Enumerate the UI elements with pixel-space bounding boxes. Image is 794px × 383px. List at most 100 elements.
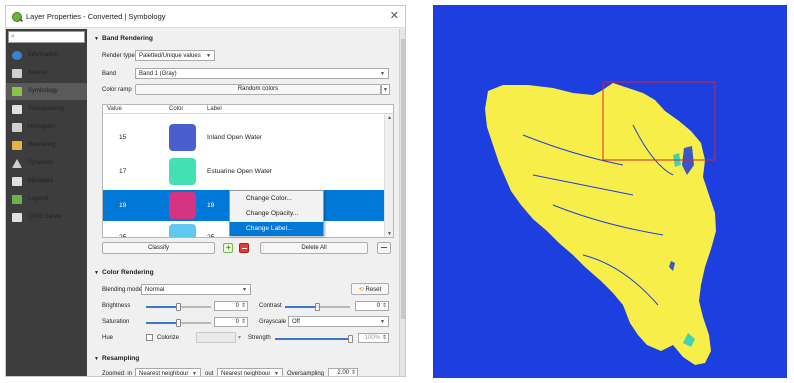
- colorize-label: Colorize: [157, 335, 180, 341]
- band-value: Band 1 (Gray): [139, 71, 177, 77]
- collapse-triangle-icon: ▼: [94, 356, 99, 362]
- reset-label: Reset: [365, 287, 382, 293]
- info-icon: [12, 51, 22, 60]
- sidebar-item-pyramids[interactable]: Pyramids: [6, 155, 87, 172]
- sidebar-item-metadata[interactable]: Metadata: [6, 173, 87, 190]
- sidebar-item-label: Histogram: [28, 124, 56, 130]
- zoomed-out-value: Nearest neighbour: [221, 371, 271, 377]
- brightness-slider[interactable]: [146, 303, 211, 311]
- close-icon[interactable]: ✕: [390, 9, 399, 22]
- scrollbar-thumb[interactable]: [401, 39, 405, 319]
- table-header: Value Color Label: [103, 105, 393, 114]
- grayscale-select[interactable]: Off ▼: [288, 316, 389, 327]
- menu-item-change-color[interactable]: Change Color...: [230, 192, 323, 206]
- brightness-label: Brightness: [102, 303, 131, 309]
- layer-properties-dialog: Layer Properties - Converted | Symbology…: [5, 5, 406, 377]
- color-swatch[interactable]: [169, 124, 196, 151]
- sidebar-item-transparency[interactable]: Transparency: [6, 101, 87, 118]
- zoomed-out-select[interactable]: Nearest neighbour ▼: [217, 368, 283, 377]
- oversampling-spinbox[interactable]: 2.00: [328, 368, 358, 376]
- saturation-label: Saturation: [102, 319, 130, 325]
- blending-mode-select[interactable]: Normal ▼: [141, 284, 251, 295]
- render-type-select[interactable]: Paletted/Unique values ▼: [135, 50, 215, 61]
- sidebar-item-legend[interactable]: Legend: [6, 191, 87, 208]
- row-value: 25: [119, 234, 127, 238]
- row-value: 17: [119, 168, 127, 175]
- classify-button[interactable]: Classify: [102, 242, 215, 254]
- options-icon: [381, 247, 387, 248]
- pyramid-icon: [12, 159, 22, 168]
- slider-handle[interactable]: [348, 335, 353, 343]
- table-scrollbar[interactable]: ▲ ▼: [384, 114, 393, 237]
- sidebar-item-rendering[interactable]: Rendering: [6, 137, 87, 154]
- sidebar-item-symbology[interactable]: Symbology: [6, 83, 87, 100]
- sidebar-item-source[interactable]: Source: [6, 65, 87, 82]
- table-row[interactable]: 15 Inland Open Water: [103, 122, 384, 153]
- remove-value-button[interactable]: [239, 243, 249, 253]
- zoomed-in-select[interactable]: Nearest neighbour ▼: [135, 368, 201, 377]
- row-value: 19: [119, 202, 127, 209]
- delete-all-button[interactable]: Delete All: [260, 242, 368, 254]
- row-label: Inland Open Water: [207, 134, 263, 141]
- color-rendering-header[interactable]: ▼ Color Rendering: [94, 269, 154, 276]
- transparency-icon: [12, 105, 22, 114]
- color-swatch[interactable]: [169, 224, 196, 237]
- band-select[interactable]: Band 1 (Gray) ▼: [135, 68, 389, 79]
- colorize-color-button[interactable]: [196, 332, 236, 343]
- row-label: Estuarine Open Water: [207, 168, 272, 175]
- menu-item-change-opacity[interactable]: Change Opacity...: [230, 207, 323, 221]
- color-swatch[interactable]: [169, 192, 196, 219]
- color-ramp-button[interactable]: Random colors: [135, 84, 381, 95]
- row-value: 15: [119, 134, 127, 141]
- color-swatch[interactable]: [169, 158, 196, 185]
- rendering-icon: [12, 141, 22, 150]
- table-row[interactable]: 17 Estuarine Open Water: [103, 156, 384, 187]
- slider-handle[interactable]: [176, 319, 181, 327]
- blending-mode-label: Blending mode: [102, 287, 143, 293]
- band-rendering-header[interactable]: ▼ Band Rendering: [94, 35, 153, 42]
- add-value-button[interactable]: +: [223, 243, 233, 253]
- contrast-spinbox[interactable]: 0: [355, 301, 389, 311]
- oversampling-label: Oversampling: [287, 371, 325, 377]
- resampling-header[interactable]: ▼ Resampling: [94, 355, 139, 362]
- saturation-spinbox[interactable]: 0: [214, 317, 248, 327]
- chevron-down-icon: ▼: [206, 53, 211, 59]
- color-ramp-dropdown[interactable]: ▼: [381, 84, 390, 95]
- slider-handle[interactable]: [315, 303, 320, 311]
- sidebar: ⌕ Information Source Symbology Transpare…: [6, 29, 87, 376]
- collapse-triangle-icon: ▼: [94, 270, 99, 276]
- sidebar-item-histogram[interactable]: Histogram: [6, 119, 87, 136]
- chevron-down-icon: ▼: [383, 87, 388, 93]
- strength-spinbox[interactable]: 100%: [358, 333, 389, 343]
- brightness-spinbox[interactable]: 0: [214, 301, 248, 311]
- slider-handle[interactable]: [176, 303, 181, 311]
- reset-icon: ⟲: [358, 287, 364, 293]
- saturation-slider[interactable]: [146, 319, 211, 327]
- contrast-slider[interactable]: [285, 303, 350, 311]
- colorize-checkbox[interactable]: [146, 334, 153, 341]
- sidebar-search-input[interactable]: ⌕: [8, 31, 85, 43]
- section-title: Band Rendering: [101, 35, 153, 42]
- sidebar-item-qgis-server[interactable]: QGIS Server: [6, 209, 87, 226]
- map-canvas[interactable]: [433, 5, 787, 378]
- reset-button[interactable]: ⟲ Reset: [351, 283, 389, 295]
- title-bar: Layer Properties - Converted | Symbology…: [6, 6, 405, 28]
- context-menu: Change Color... Change Opacity... Change…: [229, 190, 324, 236]
- panel-scrollbar[interactable]: [399, 29, 405, 376]
- chevron-down-icon[interactable]: ▾: [238, 334, 241, 341]
- scroll-up-icon[interactable]: ▲: [387, 115, 392, 121]
- scroll-down-icon[interactable]: ▼: [387, 231, 392, 237]
- sidebar-item-information[interactable]: Information: [6, 47, 87, 64]
- menu-item-change-label[interactable]: Change Label...: [230, 222, 323, 236]
- symbology-panel: ▼ Band Rendering Render type Paletted/Uni…: [88, 29, 405, 377]
- chevron-down-icon: ▼: [242, 287, 247, 293]
- chevron-down-icon: ▼: [380, 71, 385, 77]
- grayscale-value: Off: [292, 319, 300, 325]
- sidebar-item-label: Source: [28, 70, 48, 76]
- more-options-button[interactable]: [377, 242, 391, 254]
- zoomed-in-value: Nearest neighbour: [139, 371, 189, 377]
- sidebar-item-label: Pyramids: [28, 160, 54, 166]
- strength-slider[interactable]: [275, 335, 353, 343]
- hue-label: Hue: [102, 335, 114, 341]
- strength-label: Strength: [248, 335, 271, 341]
